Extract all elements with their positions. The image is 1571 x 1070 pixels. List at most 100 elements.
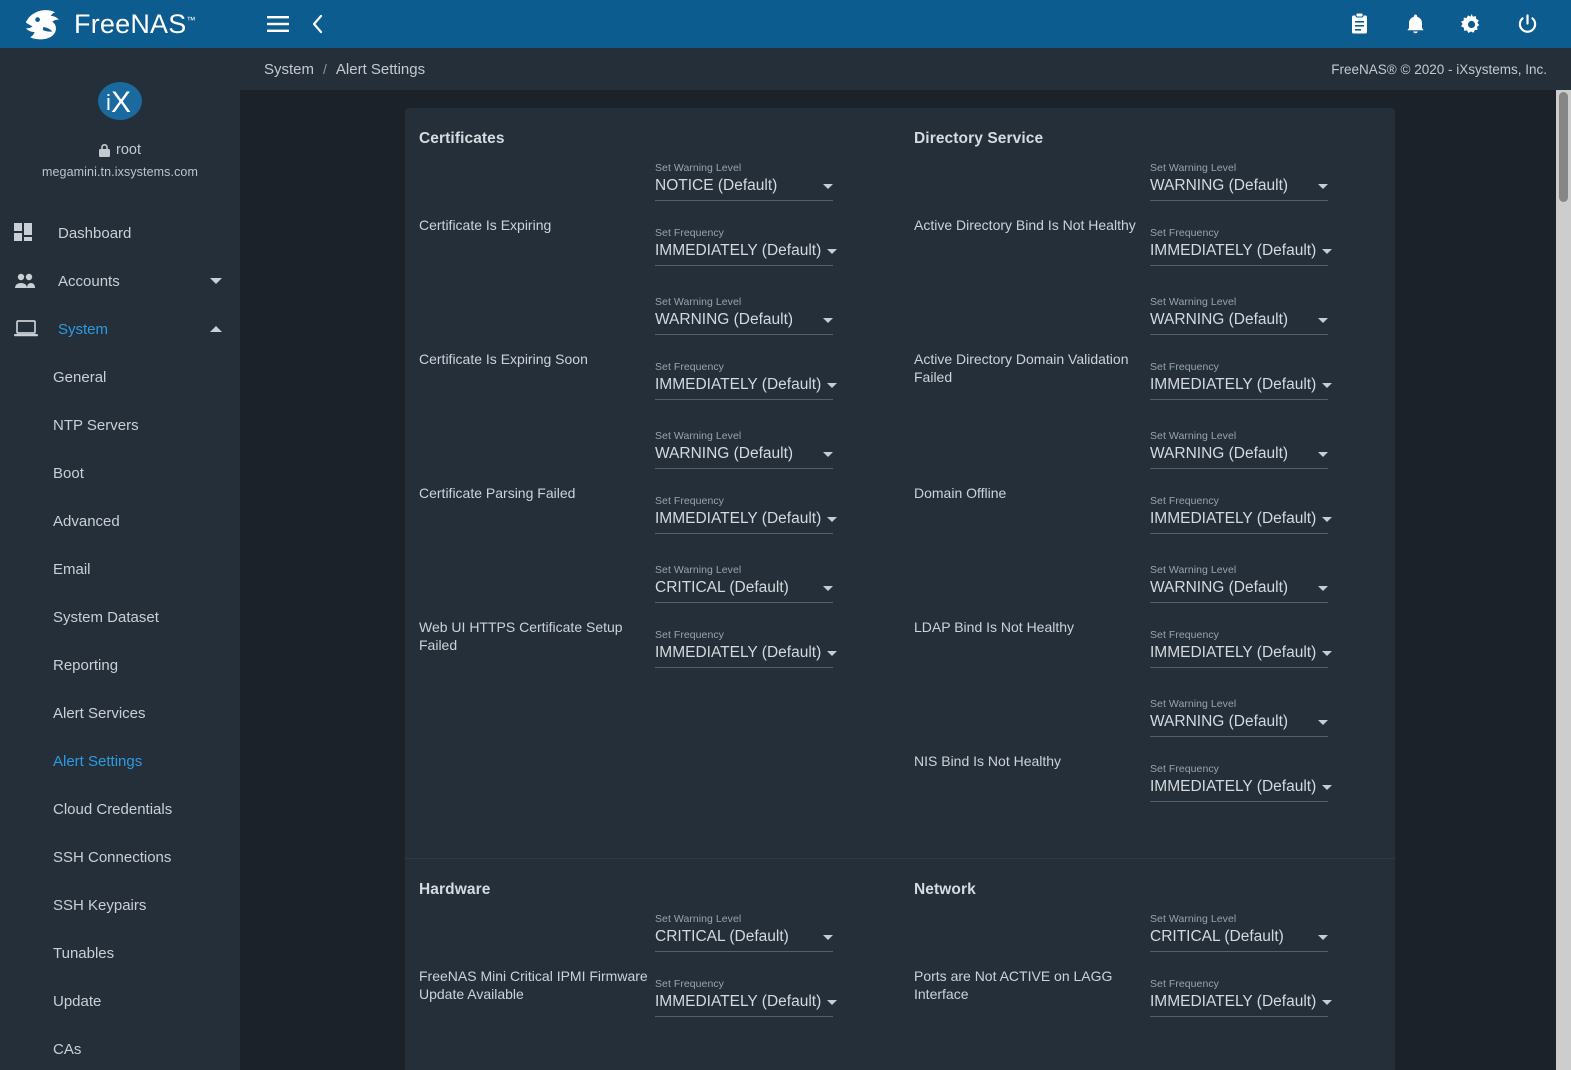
alert-row: Domain OfflineSet Warning LevelWARNING (… xyxy=(914,430,1371,564)
clipboard-icon[interactable] xyxy=(1339,4,1379,44)
sidebar-subitem-reporting[interactable]: Reporting xyxy=(0,641,240,689)
frequency-label: Set Frequency xyxy=(1150,227,1328,240)
page-content: CertificatesCertificate Is ExpiringSet W… xyxy=(240,90,1571,1070)
frequency-select[interactable]: IMMEDIATELY (Default) xyxy=(655,241,833,266)
alert-row: LDAP Bind Is Not Healthy Set Warning Leve… xyxy=(914,564,1371,698)
chevron-down-icon xyxy=(1322,517,1332,522)
alert-name: LDAP Bind Is Not Healthy xyxy=(914,564,1146,636)
alert-group: NetworkPorts are Not ACTIVE on LAGG Inte… xyxy=(900,859,1395,1070)
main-navigation: Dashboard Accounts xyxy=(0,209,240,1070)
sidebar-subitem-ssh-connections[interactable]: SSH Connections xyxy=(0,833,240,881)
warning-level-select[interactable]: CRITICAL (Default) xyxy=(655,578,833,603)
alert-name: Domain Offline xyxy=(914,430,1146,502)
frequency-select[interactable]: IMMEDIATELY (Default) xyxy=(1150,643,1328,668)
frequency-select[interactable]: IMMEDIATELY (Default) xyxy=(1150,241,1328,266)
sidebar-subitem-ssh-keypairs[interactable]: SSH Keypairs xyxy=(0,881,240,929)
alert-name: Web UI HTTPS Certificate Setup Failed xyxy=(419,564,651,654)
warning-level-label: Set Warning Level xyxy=(1150,698,1328,711)
alert-name: NIS Bind Is Not Healthy xyxy=(914,698,1146,770)
group-title: Network xyxy=(914,881,1371,899)
frequency-select[interactable]: IMMEDIATELY (Default) xyxy=(1150,375,1328,400)
sidebar-item-accounts[interactable]: Accounts xyxy=(0,257,240,305)
sidebar-subitem-advanced[interactable]: Advanced xyxy=(0,497,240,545)
frequency-select[interactable]: IMMEDIATELY (Default) xyxy=(655,375,833,400)
sidebar-item-system[interactable]: System xyxy=(0,305,240,353)
warning-level-label: Set Warning Level xyxy=(1150,296,1328,309)
warning-level-label: Set Warning Level xyxy=(655,564,833,577)
warning-level-select[interactable]: WARNING (Default) xyxy=(655,310,833,335)
frequency-value: IMMEDIATELY (Default) xyxy=(1150,241,1316,261)
frequency-label: Set Frequency xyxy=(1150,361,1328,374)
warning-level-select[interactable]: WARNING (Default) xyxy=(1150,578,1328,603)
alert-name: Certificate Parsing Failed xyxy=(419,430,651,502)
frequency-select[interactable]: IMMEDIATELY (Default) xyxy=(1150,777,1328,802)
alert-row xyxy=(419,1047,876,1070)
warning-level-label: Set Warning Level xyxy=(1150,564,1328,577)
frequency-value: IMMEDIATELY (Default) xyxy=(1150,643,1316,663)
sidebar-subitem-update[interactable]: Update xyxy=(0,977,240,1025)
sidebar-item-label: Accounts xyxy=(44,273,210,290)
warning-level-field: Set Warning LevelWARNING (Default) xyxy=(655,296,833,335)
sidebar-subitem-tunables[interactable]: Tunables xyxy=(0,929,240,977)
warning-level-select[interactable]: NOTICE (Default) xyxy=(655,176,833,201)
dashboard-grid-icon xyxy=(14,223,44,243)
frequency-value: IMMEDIATELY (Default) xyxy=(1150,509,1316,529)
frequency-field: Set FrequencyIMMEDIATELY (Default) xyxy=(655,495,833,534)
frequency-value: IMMEDIATELY (Default) xyxy=(655,375,821,395)
frequency-value: IMMEDIATELY (Default) xyxy=(1150,777,1316,797)
warning-level-select[interactable]: WARNING (Default) xyxy=(655,444,833,469)
scrollbar-thumb[interactable] xyxy=(1559,92,1568,202)
group-title: Certificates xyxy=(419,130,876,148)
frequency-field: Set FrequencyIMMEDIATELY (Default) xyxy=(655,629,833,668)
sidebar-subitem-ntp-servers[interactable]: NTP Servers xyxy=(0,401,240,449)
sidebar-subitem-email[interactable]: Email xyxy=(0,545,240,593)
hamburger-menu-icon[interactable] xyxy=(258,4,298,44)
card-section: CertificatesCertificate Is ExpiringSet W… xyxy=(405,108,1395,859)
frequency-select[interactable]: IMMEDIATELY (Default) xyxy=(655,643,833,668)
warning-level-label: Set Warning Level xyxy=(1150,162,1328,175)
power-icon[interactable] xyxy=(1507,4,1547,44)
warning-level-field: Set Warning LevelWARNING (Default) xyxy=(655,430,833,469)
warning-level-label: Set Warning Level xyxy=(655,162,833,175)
sidebar-subitem-cas[interactable]: CAs xyxy=(0,1025,240,1070)
gear-icon[interactable] xyxy=(1451,4,1491,44)
brand-name: FreeNAS™ xyxy=(74,11,196,38)
chevron-left-icon[interactable] xyxy=(298,4,338,44)
vertical-scrollbar[interactable] xyxy=(1556,90,1571,1070)
warning-level-select[interactable]: WARNING (Default) xyxy=(1150,176,1328,201)
sidebar-subitem-alert-services[interactable]: Alert Services xyxy=(0,689,240,737)
frequency-label: Set Frequency xyxy=(655,629,833,642)
sidebar-subitem-system-dataset[interactable]: System Dataset xyxy=(0,593,240,641)
sidebar-subitem-general[interactable]: General xyxy=(0,353,240,401)
username: root xyxy=(116,142,141,158)
frequency-field: Set FrequencyIMMEDIATELY (Default) xyxy=(1150,978,1328,1017)
user-row: root xyxy=(0,142,240,158)
frequency-value: IMMEDIATELY (Default) xyxy=(1150,375,1316,395)
alert-name: Active Directory Bind Is Not Healthy xyxy=(914,162,1146,234)
sidebar-subitem-boot[interactable]: Boot xyxy=(0,449,240,497)
warning-level-select[interactable]: WARNING (Default) xyxy=(1150,310,1328,335)
sidebar-subitem-cloud-credentials[interactable]: Cloud Credentials xyxy=(0,785,240,833)
frequency-field: Set FrequencyIMMEDIATELY (Default) xyxy=(1150,361,1328,400)
frequency-field: Set FrequencyIMMEDIATELY (Default) xyxy=(1150,227,1328,266)
warning-level-value: WARNING (Default) xyxy=(655,310,817,330)
breadcrumb-parent[interactable]: System xyxy=(264,61,314,78)
warning-level-select[interactable]: WARNING (Default) xyxy=(1150,444,1328,469)
warning-level-value: WARNING (Default) xyxy=(1150,310,1312,330)
frequency-label: Set Frequency xyxy=(655,227,833,240)
alert-name: Active Directory Domain Validation Faile… xyxy=(914,296,1146,386)
frequency-select[interactable]: IMMEDIATELY (Default) xyxy=(1150,992,1328,1017)
warning-level-select[interactable]: WARNING (Default) xyxy=(1150,712,1328,737)
chevron-down-icon xyxy=(1318,452,1328,457)
frequency-select[interactable]: IMMEDIATELY (Default) xyxy=(655,509,833,534)
alert-group: Directory ServiceActive Directory Bind I… xyxy=(900,108,1395,858)
chevron-down-icon xyxy=(1322,785,1332,790)
warning-level-select[interactable]: CRITICAL (Default) xyxy=(1150,927,1328,952)
frequency-select[interactable]: IMMEDIATELY (Default) xyxy=(655,992,833,1017)
bell-icon[interactable] xyxy=(1395,4,1435,44)
warning-level-select[interactable]: CRITICAL (Default) xyxy=(655,927,833,952)
sidebar-item-dashboard[interactable]: Dashboard xyxy=(0,209,240,257)
sidebar-subitem-alert-settings[interactable]: Alert Settings xyxy=(0,737,240,785)
chevron-down-icon xyxy=(210,278,222,284)
frequency-select[interactable]: IMMEDIATELY (Default) xyxy=(1150,509,1328,534)
